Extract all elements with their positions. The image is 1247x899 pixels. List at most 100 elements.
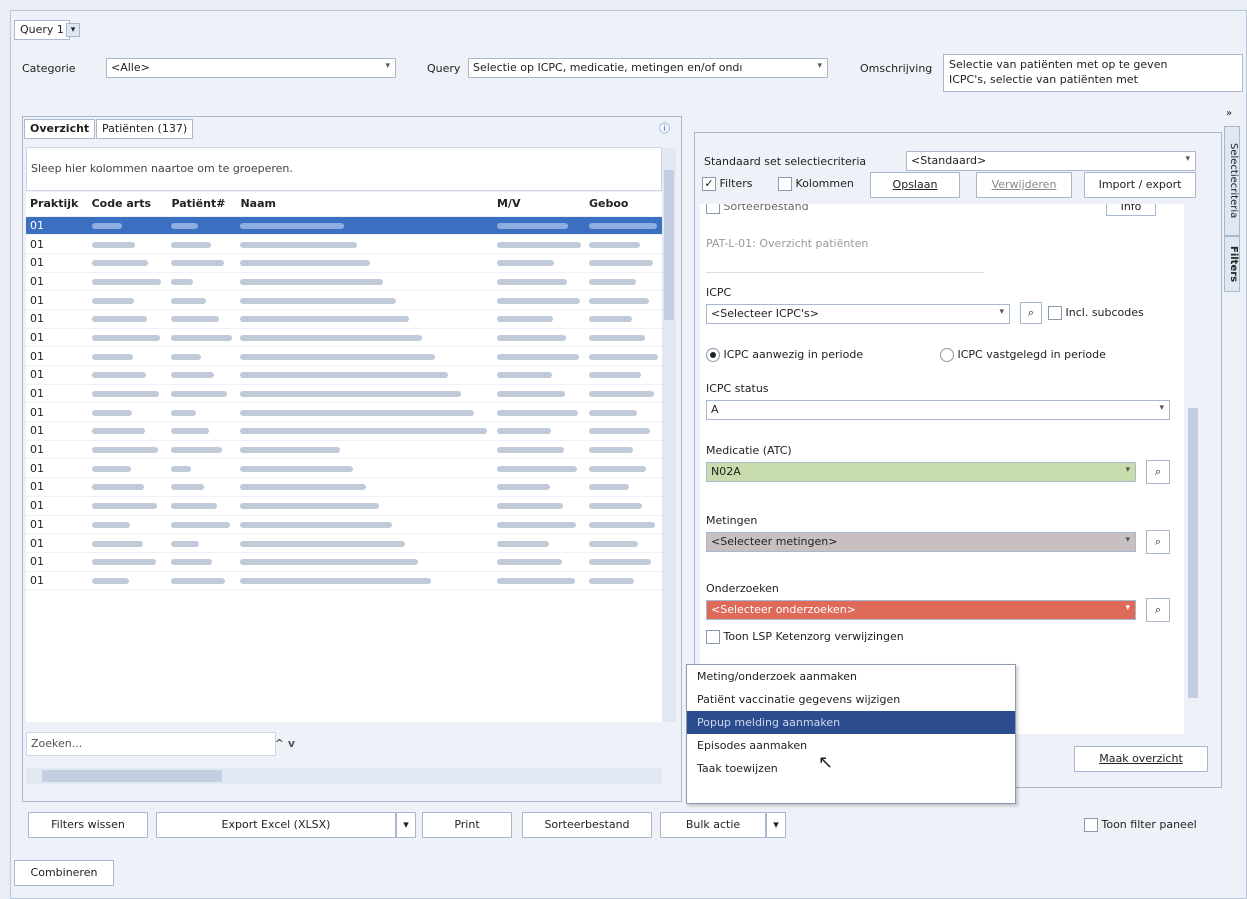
table-row[interactable]: 01 [26,234,662,254]
export-dropdown-icon[interactable]: ▾ [396,812,416,838]
bulk-dropdown-icon[interactable]: ▾ [766,812,786,838]
table-row[interactable]: 01 [26,346,662,366]
tab-overzicht[interactable]: Overzicht [24,119,96,139]
redacted-text [171,278,194,285]
table-row[interactable]: 01 [26,552,662,572]
column-header[interactable]: M/V [492,192,585,217]
table-row[interactable]: 01 [26,290,662,310]
redacted-text [589,353,658,360]
bulk-actie-menu: Meting/onderzoek aanmaken Patiënt vaccina… [686,664,1016,804]
table-row[interactable]: 01 [26,216,662,236]
table-row[interactable]: 01 [26,571,662,591]
praktijk-cell: 01 [26,272,88,292]
table-row[interactable]: 01 [26,309,662,329]
side-tab-filters[interactable]: Filters [1224,236,1240,292]
table-row[interactable]: 01 [26,421,662,441]
checkbox-icon[interactable] [706,204,720,214]
column-header[interactable]: Code arts [87,192,168,217]
search-nav-arrows[interactable]: ^ v [275,737,295,750]
table-row[interactable]: 01 [26,515,662,535]
tab-query-1[interactable]: Query 1 [14,20,70,40]
table-row[interactable]: 01 [26,402,662,423]
table-row[interactable]: 01 [26,365,662,385]
menu-item[interactable]: Taak toewijzen [687,757,1015,780]
kolommen-checkbox[interactable]: Kolommen [778,177,854,191]
table-row[interactable]: 01 [26,328,662,348]
scroll-thumb[interactable] [42,770,222,782]
verwijderen-button[interactable]: Verwijderen [976,172,1072,198]
maak-overzicht-button[interactable]: Maak overzicht [1074,746,1208,772]
bulk-actie-button[interactable]: Bulk actie [660,812,766,838]
menu-item[interactable]: Popup melding aanmaken [687,711,1015,734]
search-icon[interactable]: ⌕ [1146,598,1170,622]
info-button[interactable]: Info [1106,204,1156,216]
tab-patienten[interactable]: Patiënten (137) [96,119,194,139]
radio-label: ICPC aanwezig in periode [723,348,864,361]
grid-vertical-scrollbar[interactable] [662,148,676,722]
scroll-thumb[interactable] [664,170,674,320]
import-export-label: Import / export [1098,178,1182,191]
standaard-select[interactable]: <Standaard> ▾ [906,151,1196,171]
radio-aanwezig[interactable]: ICPC aanwezig in periode [706,348,863,362]
icpc-value: <Selecteer ICPC's> [711,307,819,320]
search-icon[interactable]: ⌕ [1146,530,1170,554]
praktijk-cell: 01 [26,402,88,423]
table-row[interactable]: 01 [26,533,662,553]
redacted-text [171,334,233,341]
menu-item[interactable]: Episodes aanmaken [687,734,1015,757]
omschrijving-field[interactable]: Selectie van patiënten met op te geven I… [943,54,1243,92]
table-row[interactable]: 01 [26,253,662,273]
side-tab-selectiecriteria[interactable]: Selectiecriteria [1224,126,1240,236]
column-header[interactable]: Praktijk [26,192,88,217]
search-icon[interactable]: ⌕ [1146,460,1170,484]
filters-checkbox[interactable]: ✓ Filters [702,177,752,191]
collapse-panel-icon[interactable]: » [1226,108,1232,119]
import-export-button[interactable]: Import / export [1084,172,1196,198]
info-icon[interactable]: ⓘ [659,120,670,136]
search-input[interactable]: Zoeken... ^ v [26,732,295,756]
categorie-value: <Alle> [111,61,150,74]
redacted-cell [167,272,237,292]
scroll-thumb[interactable] [1188,408,1198,698]
icpc-status-select[interactable]: A ▾ [706,400,1170,420]
criteria-scrollbar[interactable] [1186,204,1200,734]
redacted-text [91,241,135,248]
export-excel-button[interactable]: Export Excel (XLSX) [156,812,396,838]
filters-wissen-button[interactable]: Filters wissen [28,812,148,838]
incl-subcodes-checkbox[interactable]: Incl. subcodes [1048,306,1144,320]
table-row[interactable]: 01 [26,272,662,292]
redacted-text [91,447,158,454]
query-select[interactable]: Selectie op ICPC, medicatie, metingen en… [468,58,828,78]
medicatie-select[interactable]: N02A ▾ [706,462,1136,482]
search-icon[interactable]: ⌕ [1020,302,1042,324]
radio-vastgelegd[interactable]: ICPC vastgelegd in periode [940,348,1106,362]
redacted-cell [585,216,662,236]
table-row[interactable]: 01 [26,458,662,479]
grid-horizontal-scrollbar[interactable] [26,768,662,784]
column-header[interactable]: Patiënt# [167,192,237,217]
print-button[interactable]: Print [422,812,512,838]
sorteerbestand-button[interactable]: Sorteerbestand [522,812,652,838]
metingen-select[interactable]: <Selecteer metingen> ▾ [706,532,1136,552]
tab-dropdown-icon[interactable]: ▾ [66,23,80,37]
combineren-button[interactable]: Combineren [14,860,114,886]
radio-label: ICPC vastgelegd in periode [957,348,1106,361]
menu-item[interactable]: Meting/onderzoek aanmaken [687,665,1015,688]
toon-lsp-checkbox[interactable]: Toon LSP Ketenzorg verwijzingen [706,630,904,644]
onderzoeken-select[interactable]: <Selecteer onderzoeken> ▾ [706,600,1136,620]
table-row[interactable]: 01 [26,496,662,516]
redacted-cell [87,440,168,460]
column-header[interactable]: Geboo [585,192,662,217]
table-row[interactable]: 01 [26,384,662,404]
table-row[interactable]: 01 [26,440,662,460]
toon-filter-checkbox[interactable]: Toon filter paneel [1084,818,1197,832]
table-row[interactable]: 01 [26,477,662,497]
column-header[interactable]: Naam [236,192,493,217]
icpc-select[interactable]: <Selecteer ICPC's> ▾ [706,304,1010,324]
menu-item[interactable]: Patiënt vaccinatie gegevens wijzigen [687,688,1015,711]
redacted-text [171,540,200,547]
group-by-area[interactable]: Sleep hier kolommen naartoe om te groepe… [26,147,662,191]
opslaan-button[interactable]: Opslaan [870,172,960,198]
categorie-select[interactable]: <Alle> ▾ [106,58,396,78]
redacted-cell [87,216,168,236]
